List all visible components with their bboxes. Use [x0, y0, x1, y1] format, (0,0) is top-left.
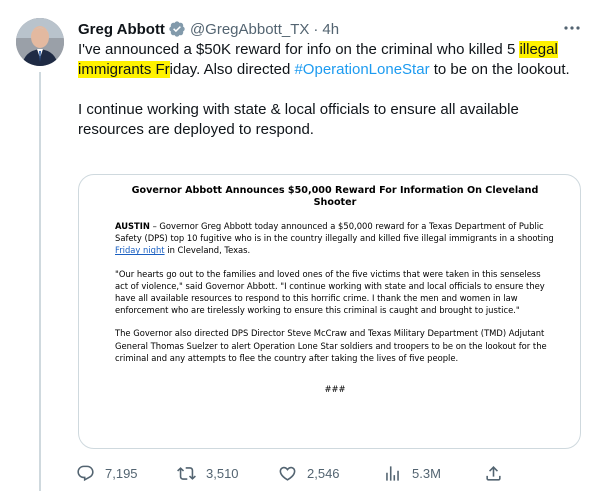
press-release-paragraph-1: AUSTIN – Governor Greg Abbott today anno…	[115, 220, 555, 257]
avatar-image	[16, 18, 64, 66]
tweet-paragraph-2: I continue working with state & local of…	[78, 101, 519, 138]
like-button[interactable]: 2,546	[278, 462, 340, 484]
dateline: AUSTIN	[115, 221, 150, 231]
tweet-text: I've announced a $50K reward for info on…	[78, 40, 578, 140]
paragraph-1-end: in Cleveland, Texas.	[164, 245, 251, 256]
hashtag-link[interactable]: #OperationLoneStar	[294, 61, 429, 78]
tweet[interactable]: Greg Abbott @GregAbbott_TX · 4h I've ann…	[0, 0, 592, 491]
press-release-title: Governor Abbott Announces $50,000 Reward…	[131, 185, 539, 208]
avatar[interactable]	[16, 18, 64, 66]
press-release-paragraph-2: "Our hearts go out to the families and l…	[115, 268, 545, 316]
like-icon	[279, 466, 296, 481]
timestamp[interactable]: 4h	[322, 21, 339, 38]
retweet-icon	[177, 466, 196, 480]
views-count: 5.3M	[412, 465, 441, 481]
attached-image[interactable]: Governor Abbott Announces $50,000 Reward…	[78, 174, 581, 449]
end-mark: ###	[324, 384, 346, 395]
views-button[interactable]: 5.3M	[383, 462, 441, 484]
reply-button[interactable]: 7,195	[76, 462, 138, 484]
reply-icon	[77, 465, 94, 481]
thread-line	[39, 72, 41, 491]
tweet-paragraph-1: I've announced a $50K reward for info on…	[78, 40, 578, 80]
action-bar: 7,195 3,510 2,546 5.3M	[76, 462, 506, 484]
retweet-button[interactable]: 3,510	[177, 462, 239, 484]
reply-count: 7,195	[105, 465, 138, 481]
separator-dot: ·	[313, 20, 319, 38]
tweet-header: Greg Abbott @GregAbbott_TX · 4h	[78, 19, 339, 39]
tweet-text-middle: iday. Also directed	[169, 61, 295, 78]
share-button[interactable]	[484, 462, 503, 484]
friday-night-link: Friday night	[115, 245, 165, 256]
retweet-count: 3,510	[206, 465, 239, 481]
verified-badge-icon[interactable]	[168, 20, 186, 38]
author-handle[interactable]: @GregAbbott_TX	[190, 21, 309, 38]
share-icon	[486, 465, 501, 481]
like-count: 2,546	[307, 465, 340, 481]
more-options-icon[interactable]	[562, 20, 582, 36]
views-icon	[386, 465, 399, 481]
paragraph-1-text: – Governor Greg Abbott today announced a…	[115, 221, 554, 244]
author-name[interactable]: Greg Abbott	[78, 21, 165, 38]
tweet-text-start: I've announced a $50K reward for info on…	[78, 41, 520, 58]
press-release-paragraph-3: The Governor also directed DPS Director …	[115, 328, 547, 363]
tweet-text-end: to be on the lookout.	[429, 61, 570, 78]
press-release-document: Governor Abbott Announces $50,000 Reward…	[115, 185, 555, 394]
